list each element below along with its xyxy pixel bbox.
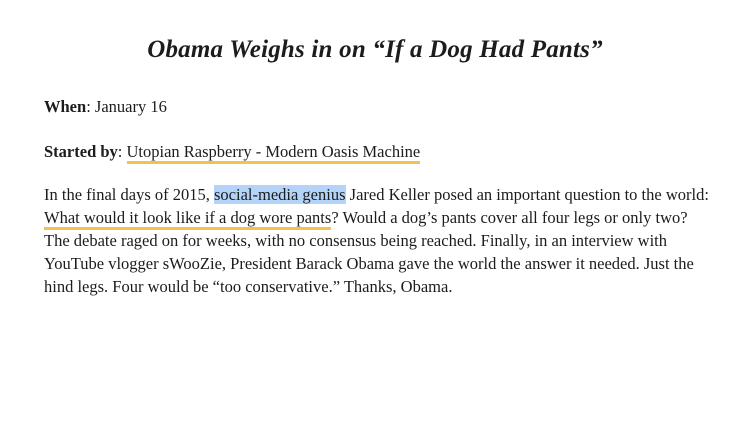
when-value: January 16 — [94, 97, 167, 116]
started-by-label: Started by — [44, 142, 118, 161]
when-label: When — [44, 97, 87, 116]
when-row: When: January 16 — [44, 97, 167, 116]
started-by-row: Started by: Utopian Raspberry - Modern O… — [44, 141, 421, 164]
article-body: In the final days of 2015, social-media … — [44, 183, 714, 298]
body-text-question-lead: Jared Keller posed an important question… — [345, 185, 709, 204]
selected-text-highlight[interactable]: social-media genius — [214, 185, 346, 204]
dog-pants-link[interactable]: What would it look like if a dog wore pa… — [44, 208, 332, 230]
body-text-intro: In the final days of 2015, — [44, 185, 215, 204]
article-title: Obama Weighs in on “If a Dog Had Pants” — [147, 36, 603, 63]
started-by-link[interactable]: Utopian Raspberry - Modern Oasis Machine — [126, 142, 421, 164]
article-page: Obama Weighs in on “If a Dog Had Pants” … — [0, 0, 750, 421]
